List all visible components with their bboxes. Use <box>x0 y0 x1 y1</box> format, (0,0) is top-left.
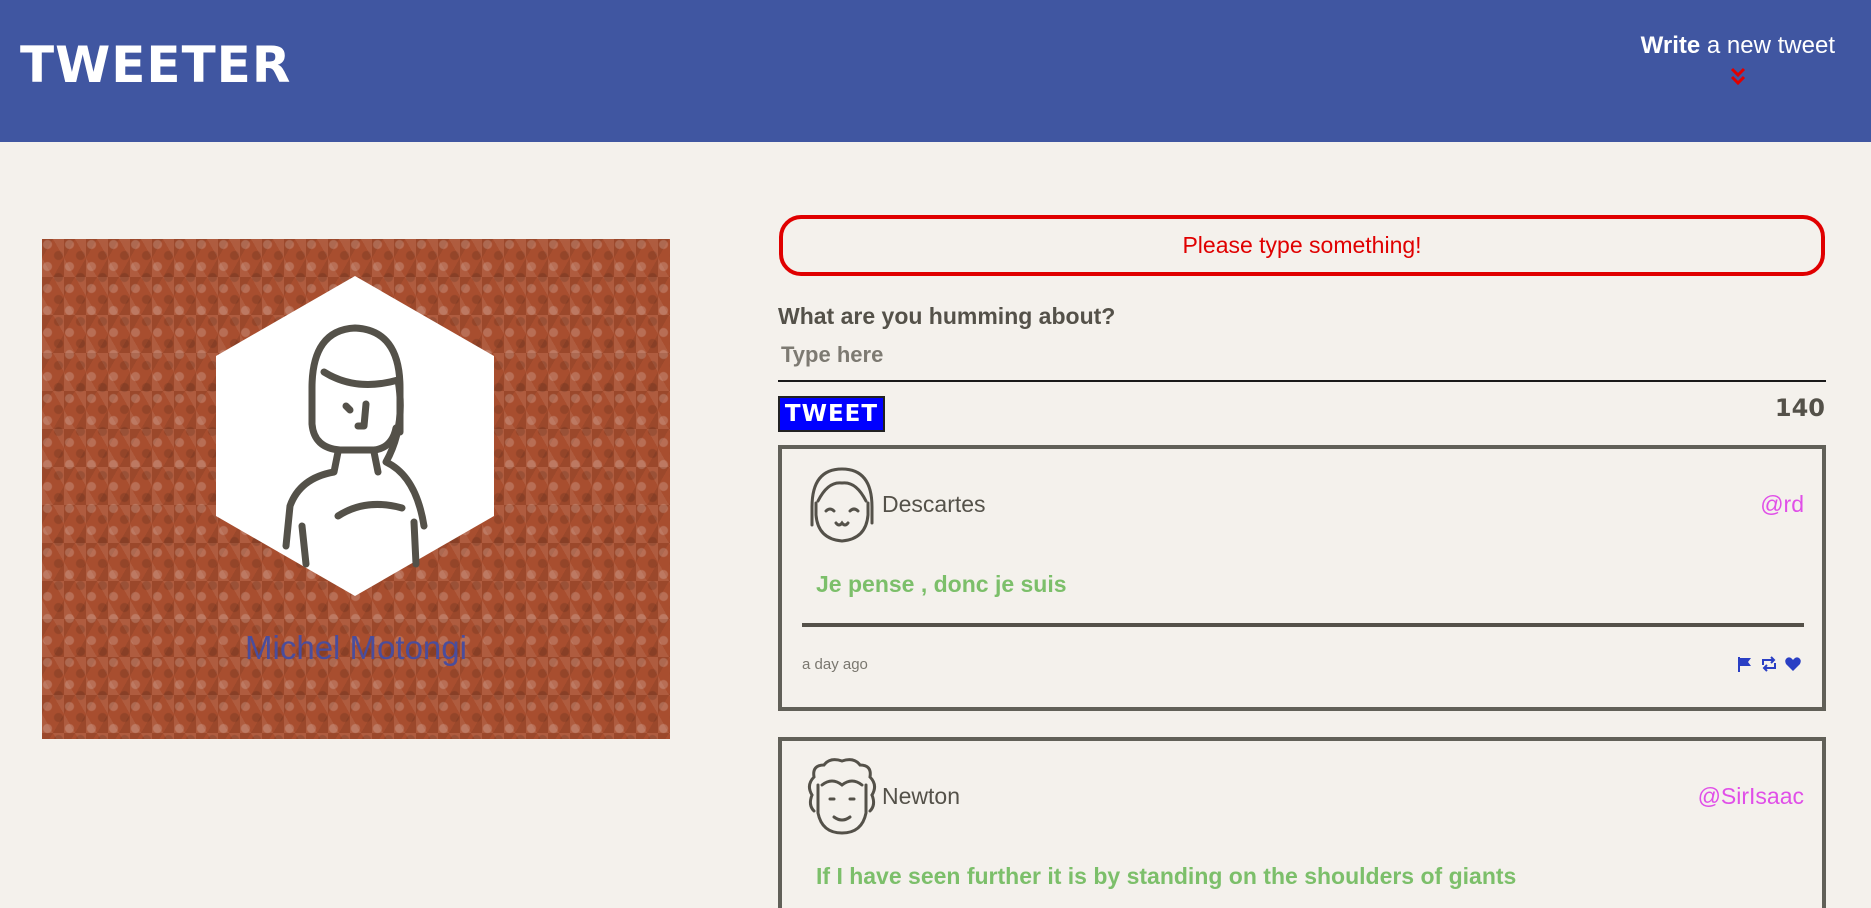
tweet-content: If I have seen further it is by standing… <box>816 863 1517 889</box>
tweet-actions <box>1736 655 1802 673</box>
flag-icon[interactable] <box>1736 655 1754 673</box>
tweet-card: Newton @SirIsaac If I have seen further … <box>778 737 1826 908</box>
double-chevron-down-icon[interactable] <box>1730 66 1746 88</box>
tweet-text-input[interactable] <box>778 330 1826 382</box>
tweet-author: Descartes <box>882 491 986 517</box>
write-new-tweet-toggle[interactable]: Write a new tweet <box>1641 32 1835 88</box>
tweet-author: Newton <box>882 783 960 809</box>
curly-hair-avatar-icon <box>807 758 877 835</box>
tweet-timestamp: a day ago <box>802 656 868 673</box>
tweet-button[interactable]: TWEET <box>778 396 885 432</box>
char-counter: 140 <box>1774 394 1825 422</box>
retweet-icon[interactable] <box>1760 655 1778 673</box>
tweet-card: Descartes @rd Je pense , donc je suis a … <box>778 445 1826 711</box>
tweet-handle[interactable]: @SirIsaac <box>1698 783 1804 810</box>
girl-avatar-icon <box>810 467 874 543</box>
profile-name: Michel Motongi <box>245 629 467 666</box>
app-logo[interactable]: TWEETER <box>20 36 291 94</box>
top-nav: TWEETER Write a new tweet <box>0 0 1871 142</box>
profile-card: Michel Motongi <box>42 239 670 739</box>
compose-toggle-bold: Write <box>1640 32 1701 59</box>
error-message: Please type something! <box>779 215 1825 276</box>
heart-icon[interactable] <box>1784 655 1802 673</box>
compose-label: What are you humming about? <box>778 303 1116 329</box>
tweet-handle[interactable]: @rd <box>1760 491 1804 518</box>
tweet-divider <box>802 623 1804 627</box>
tweet-content: Je pense , donc je suis <box>816 571 1067 597</box>
woman-avatar-icon <box>216 276 494 596</box>
compose-toggle-text: a new tweet <box>1700 32 1835 59</box>
